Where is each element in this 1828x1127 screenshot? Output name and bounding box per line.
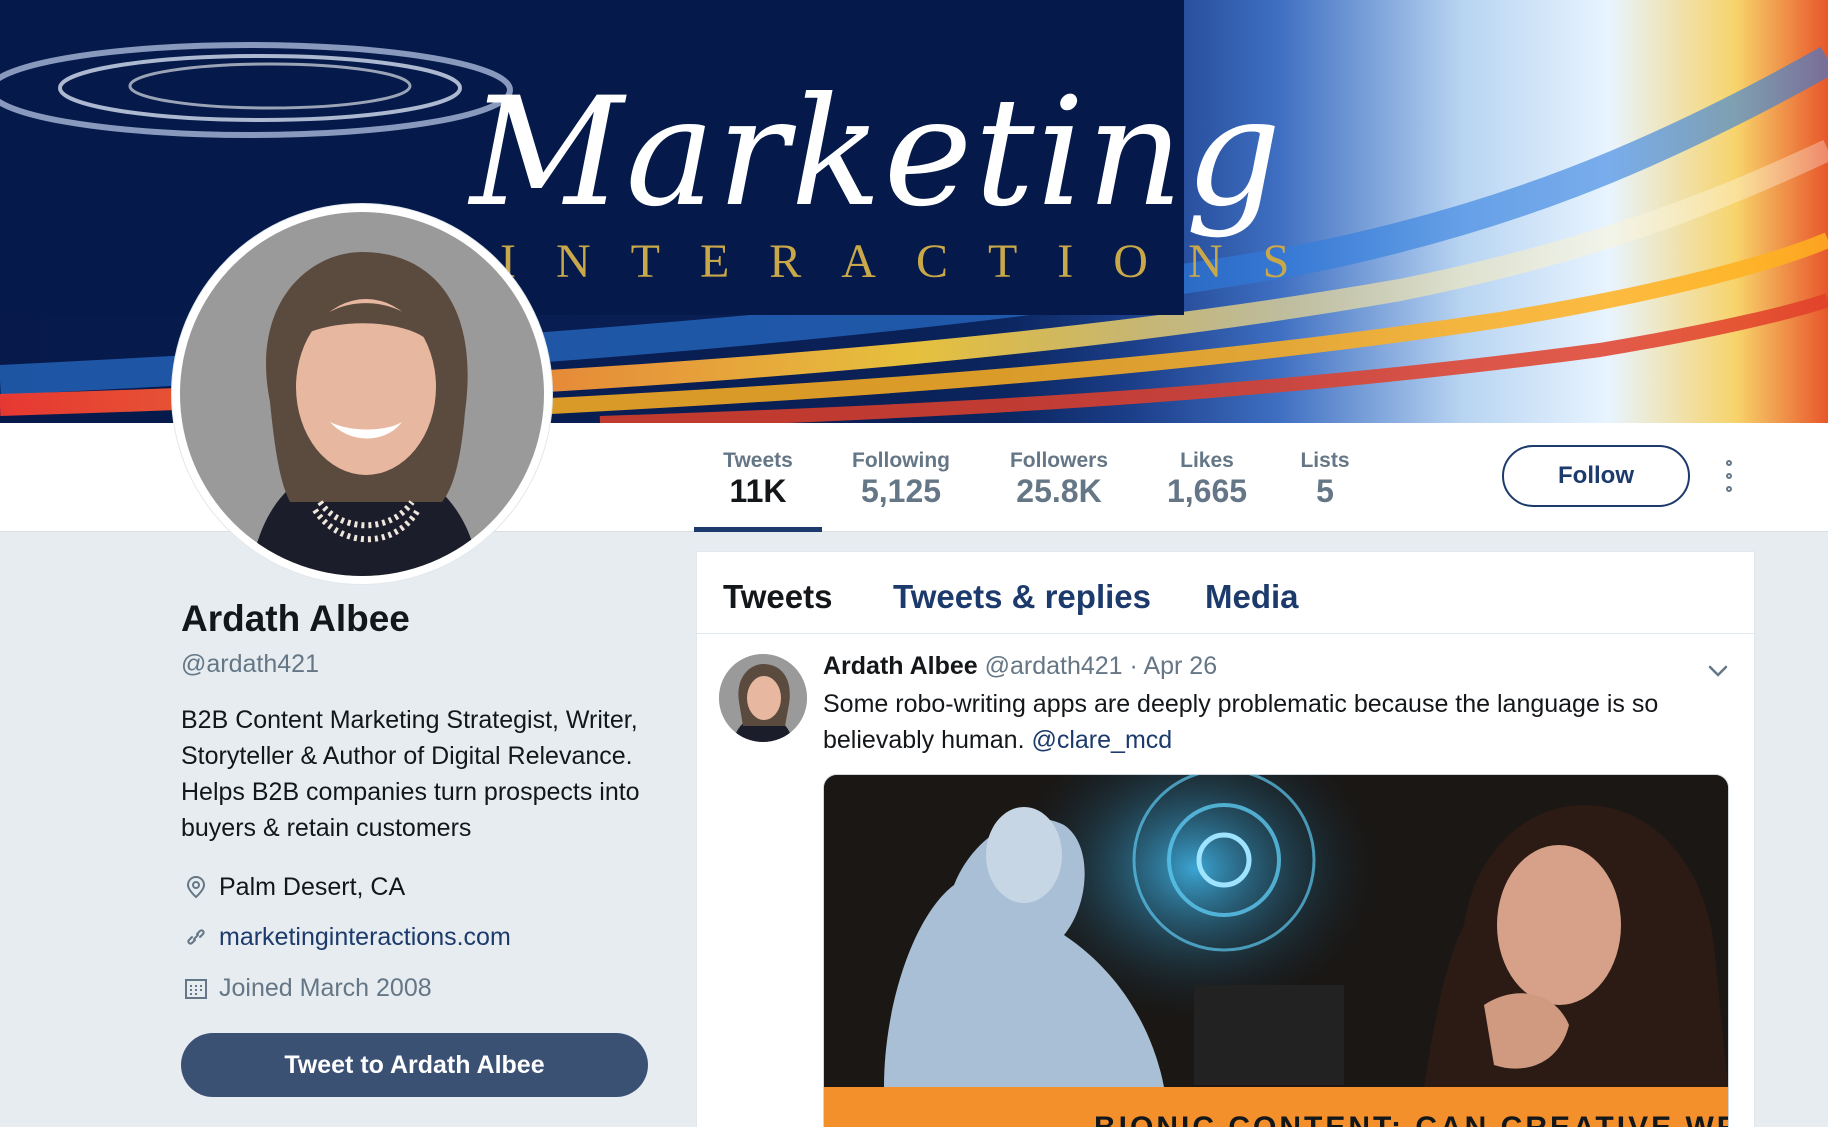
- tweet-media-image: [824, 775, 1728, 1087]
- tab-media[interactable]: Media: [1205, 578, 1299, 616]
- tweet-item[interactable]: Ardath Albee @ardath421 · Apr 26 Some ro…: [697, 634, 1754, 1127]
- timeline-tabs: Tweets Tweets & replies Media: [697, 552, 1754, 634]
- tweet-author[interactable]: Ardath Albee: [823, 652, 978, 680]
- stat-value: 5,125: [860, 473, 942, 509]
- tweet-body: Some robo-writing apps are deeply proble…: [823, 690, 1659, 754]
- timeline: Tweets Tweets & replies Media Ardath Alb…: [696, 551, 1755, 1127]
- more-vertical-icon[interactable]: [1720, 460, 1740, 494]
- stat-tweets[interactable]: Tweets 11K: [694, 423, 822, 532]
- stat-value: 25.8K: [1016, 473, 1102, 509]
- tweet-date[interactable]: · Apr 26: [1130, 652, 1218, 680]
- joined-text: Joined March 2008: [219, 974, 432, 1002]
- tweet-media-caption: BIONIC CONTENT: CAN CREATIVE WRITERS: [824, 1087, 1728, 1127]
- follow-button[interactable]: Follow: [1502, 445, 1690, 507]
- location-text: Palm Desert, CA: [219, 873, 406, 901]
- stat-value: 11K: [729, 473, 787, 509]
- website-link[interactable]: marketinginteractions.com: [219, 919, 511, 955]
- stat-following[interactable]: Following 5,125: [840, 423, 962, 531]
- stat-label: Likes: [1180, 449, 1234, 472]
- profile-handle[interactable]: @ardath421: [181, 650, 319, 679]
- stat-value: 5: [1316, 473, 1334, 509]
- stat-label: Followers: [1009, 449, 1109, 472]
- tweet-avatar[interactable]: [719, 654, 807, 742]
- profile-bio: B2B Content Marketing Strategist, Writer…: [181, 706, 640, 842]
- tweet-header: Ardath Albee @ardath421 · Apr 26: [823, 652, 1217, 681]
- tweet-media[interactable]: BIONIC CONTENT: CAN CREATIVE WRITERS: [823, 774, 1729, 1127]
- tweet-avatar-photo: [719, 654, 807, 742]
- link-icon: [187, 929, 205, 945]
- stat-value: 1,665: [1166, 473, 1248, 509]
- calendar-icon: [185, 979, 207, 999]
- chevron-down-icon[interactable]: [1707, 660, 1729, 682]
- tab-tweets[interactable]: Tweets: [723, 578, 832, 616]
- tweet-text: Some robo-writing apps are deeply proble…: [823, 686, 1703, 758]
- tab-tweets-replies[interactable]: Tweets & replies: [893, 578, 1151, 616]
- avatar-photo: [180, 212, 544, 576]
- stat-label: Following: [852, 449, 950, 472]
- stat-label: Lists: [1300, 449, 1350, 472]
- banner-title: Marketing: [470, 66, 1284, 240]
- tweet-mention[interactable]: @clare_mcd: [1031, 726, 1172, 754]
- banner-subtitle: INTERACTIONS: [500, 235, 1330, 288]
- banner-logo-panel: Marketing INTERACTIONS: [0, 0, 1289, 315]
- profile-avatar[interactable]: [172, 204, 552, 584]
- profile-name[interactable]: Ardath Albee: [181, 598, 410, 640]
- stat-label: Tweets: [723, 449, 793, 472]
- tweet-handle[interactable]: @ardath421: [985, 652, 1123, 680]
- tweet-to-button[interactable]: Tweet to Ardath Albee: [181, 1033, 648, 1097]
- tweet-media-caption-text: BIONIC CONTENT: CAN CREATIVE WRITERS: [1094, 1111, 1728, 1127]
- location-icon: [186, 875, 206, 899]
- stat-likes[interactable]: Likes 1,665: [1160, 423, 1254, 531]
- stat-lists[interactable]: Lists 5: [1290, 423, 1360, 531]
- stat-followers[interactable]: Followers 25.8K: [996, 423, 1122, 531]
